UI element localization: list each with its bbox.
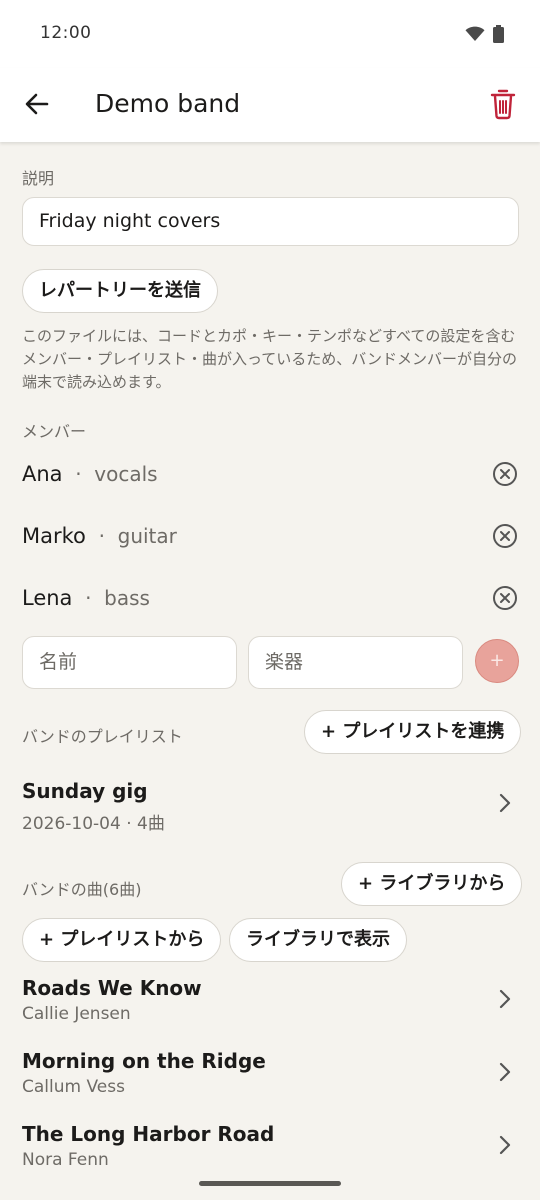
trash-icon (490, 89, 516, 120)
close-circle-icon[interactable] (491, 460, 519, 488)
song-title: Roads We Know (22, 976, 202, 1000)
song-artist: Nora Fenn (22, 1150, 109, 1170)
band-detail-content: 説明 Friday night covers レパートリーを送信 このファイルに… (0, 142, 540, 1200)
playlist-subtitle: 2026-10-04 · 4曲 (22, 814, 165, 834)
member-role: bass (104, 586, 150, 610)
playlist-row[interactable]: Sunday gig 2026-10-04 · 4曲 (0, 770, 540, 836)
home-indicator (199, 1181, 341, 1186)
song-row[interactable]: Morning on the Ridge Callum Vess (0, 1043, 540, 1109)
battery-icon (493, 25, 504, 43)
delete-button[interactable] (488, 88, 518, 120)
member-row: Ana · vocals (22, 456, 519, 496)
song-artist: Callie Jensen (22, 1004, 131, 1024)
member-name-input[interactable]: 名前 (22, 636, 237, 689)
wifi-icon (465, 26, 485, 41)
close-circle-icon[interactable] (491, 522, 519, 550)
member-role: vocals (94, 462, 158, 486)
app-bar: Demo band (0, 68, 540, 142)
member-role: guitar (117, 524, 177, 548)
song-title: The Long Harbor Road (22, 1122, 275, 1146)
export-help-text: このファイルには、コードとカポ・キー・テンポなどすべての設定を含むメンバー・プレ… (22, 327, 518, 391)
chevron-right-icon (499, 1062, 511, 1082)
send-repertoire-button[interactable]: レパートリーを送信 (22, 269, 218, 313)
band-playlists-label: バンドのプレイリスト (22, 727, 183, 746)
chevron-right-icon (499, 1135, 511, 1155)
members-label: メンバー (22, 422, 87, 441)
add-member-button[interactable]: + (475, 639, 519, 683)
status-icons (465, 25, 504, 43)
arrow-left-icon (25, 93, 49, 115)
add-from-library-button[interactable]: + ライブラリから (341, 862, 523, 906)
song-row[interactable]: The Long Harbor Road Nora Fenn (0, 1116, 540, 1182)
member-name: Ana (22, 462, 63, 486)
member-separator: · (98, 524, 105, 548)
band-songs-label: バンドの曲(6曲) (22, 880, 142, 899)
chevron-right-icon (499, 989, 511, 1009)
member-name: Marko (22, 524, 86, 548)
page-title: Demo band (95, 89, 241, 118)
member-separator: · (75, 462, 82, 486)
playlist-title: Sunday gig (22, 779, 148, 803)
song-title: Morning on the Ridge (22, 1049, 266, 1073)
status-bar: 12:00 (0, 0, 540, 68)
close-circle-icon[interactable] (491, 584, 519, 612)
member-instrument-input[interactable]: 楽器 (248, 636, 463, 689)
status-time: 12:00 (40, 23, 92, 43)
description-label: 説明 (22, 169, 55, 188)
member-row: Lena · bass (22, 580, 519, 620)
song-row[interactable]: Roads We Know Callie Jensen (0, 970, 540, 1036)
member-row: Marko · guitar (22, 518, 519, 558)
song-artist: Callum Vess (22, 1077, 125, 1097)
link-playlist-button[interactable]: + プレイリストを連携 (304, 710, 522, 754)
member-name: Lena (22, 586, 73, 610)
show-in-library-button[interactable]: ライブラリで表示 (229, 918, 407, 962)
back-button[interactable] (20, 87, 54, 121)
chevron-right-icon (499, 793, 511, 813)
member-separator: · (85, 586, 92, 610)
add-from-playlist-button[interactable]: + プレイリストから (22, 918, 222, 962)
description-field[interactable]: Friday night covers (22, 197, 519, 246)
